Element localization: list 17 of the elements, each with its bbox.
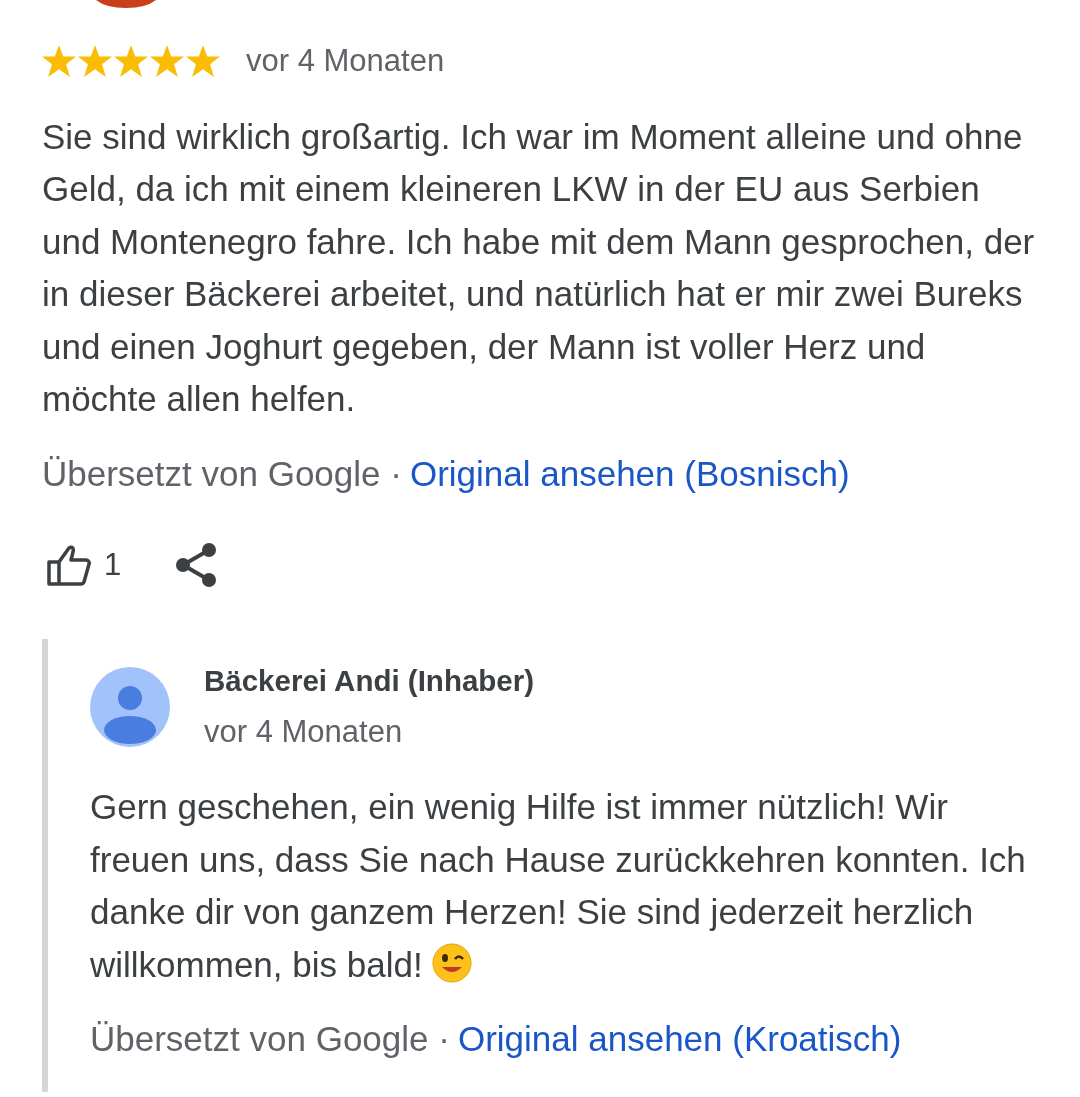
- star-icon: [150, 44, 184, 78]
- translation-note: Übersetzt von Google ·: [90, 1018, 450, 1061]
- thumbs-up-icon: [46, 544, 92, 587]
- wink-emoji-icon: [432, 942, 473, 983]
- like-button[interactable]: 1: [46, 542, 122, 589]
- owner-name: Bäckerei Andi (Inhaber): [204, 662, 535, 699]
- star-icon: [42, 44, 76, 78]
- translation-note: Übersetzt von Google ·: [42, 452, 402, 495]
- reply-text: Gern geschehen, ein wenig Hilfe ist immer nützlich! Wir freuen uns, dass Sie nach Hause zurückkehren konnten. Ich danke dir von ganzem Herzen! Sie sind jederzeit herzlich willkommen, bis bald!: [90, 786, 1027, 986]
- review-time: vor 4 Monaten: [246, 42, 445, 80]
- original-link[interactable]: Original ansehen (Bosnisch): [409, 447, 850, 500]
- star-icon: [114, 44, 148, 78]
- review-text: Sie sind wirklich großartig. Ich war im Moment alleine und ohne Geld, da ich mit einem kleineren LKW in der EU aus Serbien und Montenegro fahre. Ich habe mit dem Mann gesprochen, der in dieser Bäckerei arbeitet, und natürlich hat er mir zwei Bureks und einen Joghurt gegeben, der Mann ist voller Herz und möchte allen helfen.: [42, 115, 1036, 420]
- reply-time: vor 4 Monaten: [204, 712, 404, 751]
- original-link[interactable]: Original ansehen (Kroatisch): [457, 1013, 902, 1066]
- star-icon: [78, 44, 112, 78]
- star-icon: [186, 44, 220, 78]
